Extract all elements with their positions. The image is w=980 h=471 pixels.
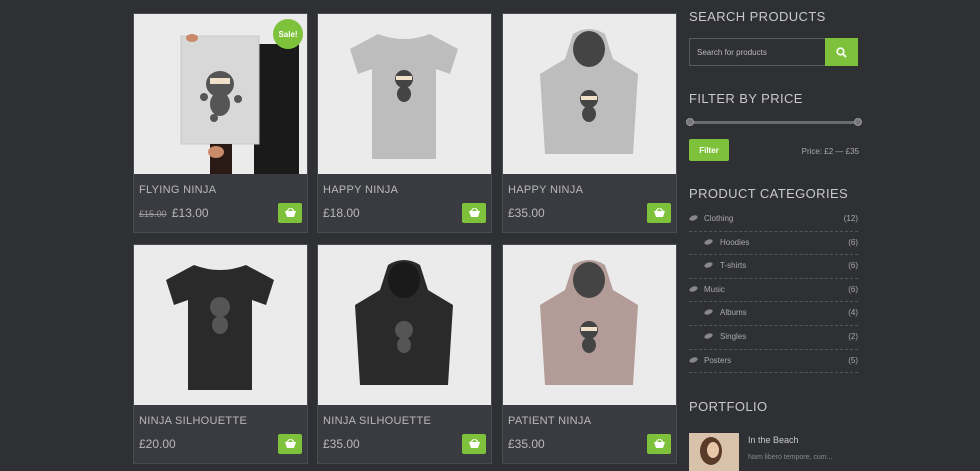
search-title: SEARCH PRODUCTS [689, 9, 826, 24]
current-price: £20.00 [139, 437, 176, 451]
category-name: Posters [704, 355, 732, 365]
category-name: Hoodies [720, 237, 750, 247]
current-price: £13.00 [171, 206, 209, 220]
add-to-cart-button[interactable] [647, 434, 671, 454]
basket-icon [468, 208, 480, 217]
product-card[interactable]: HAPPY NINJA £18.00 [317, 13, 492, 233]
category-name: Music [704, 284, 725, 294]
search-button[interactable] [825, 38, 858, 66]
add-to-cart-button[interactable] [278, 203, 302, 223]
product-price: £18.00 [323, 206, 360, 220]
product-price: £35.00 [323, 437, 360, 451]
slider-track [691, 121, 857, 124]
slider-max-handle[interactable] [854, 118, 862, 126]
product-price: £20.00 [139, 437, 176, 451]
product-title[interactable]: HAPPY NINJA [508, 184, 583, 196]
product-title[interactable]: PATIENT NINJA [508, 415, 591, 427]
product-card[interactable]: PATIENT NINJA £35.00 [502, 244, 677, 464]
product-title[interactable]: NINJA SILHOUETTE [139, 415, 247, 427]
filter-title: FILTER BY PRICE [689, 91, 803, 106]
add-to-cart-button[interactable] [647, 203, 671, 223]
category-item-tshirts[interactable]: T-shirts (6) [689, 255, 858, 279]
product-image[interactable] [318, 14, 491, 174]
category-count: (4) [848, 308, 858, 318]
category-name: Singles [720, 331, 747, 341]
product-price: £35.00 [508, 437, 545, 451]
basket-icon [284, 439, 296, 448]
category-count: (6) [848, 284, 858, 294]
product-card[interactable]: HAPPY NINJA £35.00 [502, 13, 677, 233]
search-form [689, 38, 858, 66]
product-price: £15.00 £13.00 [139, 206, 209, 220]
category-item-posters[interactable]: Posters (5) [689, 350, 858, 374]
product-card[interactable]: Sale! FLYING NINJA £15.00 £13.00 [133, 13, 308, 233]
current-price: £35.00 [508, 206, 545, 220]
category-count: (5) [848, 355, 858, 365]
search-icon [836, 46, 847, 58]
basket-icon [653, 439, 665, 448]
categories-title: PRODUCT CATEGORIES [689, 186, 849, 201]
leaf-icon [689, 286, 698, 292]
portfolio-thumbnail[interactable] [689, 433, 739, 471]
old-price: £15.00 [139, 209, 167, 219]
leaf-icon [704, 262, 713, 268]
product-card[interactable]: NINJA SILHOUETTE £20.00 [133, 244, 308, 464]
price-slider[interactable] [686, 118, 862, 126]
search-input[interactable] [689, 38, 826, 66]
category-name: T-shirts [720, 261, 747, 271]
current-price: £18.00 [323, 206, 360, 220]
basket-icon [468, 439, 480, 448]
product-title[interactable]: FLYING NINJA [139, 184, 216, 196]
filter-button[interactable]: Filter [689, 139, 729, 161]
leaf-icon [704, 238, 713, 245]
category-item-albums[interactable]: Albums (4) [689, 302, 858, 326]
basket-icon [653, 208, 665, 217]
category-item-singles[interactable]: Singles (2) [689, 326, 858, 350]
category-list: Clothing (12) Hoodies (6) T-shirts (6) M… [689, 208, 858, 374]
sale-badge: Sale! [273, 19, 303, 49]
product-image[interactable] [134, 245, 307, 405]
product-image[interactable] [503, 14, 676, 174]
product-image[interactable] [503, 245, 676, 405]
category-name: Clothing [704, 214, 734, 223]
category-count: (6) [848, 237, 858, 247]
category-item-clothing[interactable]: Clothing (12) [689, 208, 858, 232]
portfolio-item-title[interactable]: In the Beach [748, 435, 799, 445]
product-price: £35.00 [508, 206, 545, 220]
portfolio-item-excerpt: Nam libero tempore, cum... [748, 454, 833, 461]
basket-icon [284, 208, 296, 217]
portfolio-title: PORTFOLIO [689, 399, 768, 414]
product-title[interactable]: HAPPY NINJA [323, 184, 398, 196]
add-to-cart-button[interactable] [278, 434, 302, 454]
category-count: (12) [843, 214, 858, 223]
leaf-icon [689, 356, 698, 363]
add-to-cart-button[interactable] [462, 434, 486, 454]
category-count: (6) [848, 261, 858, 271]
current-price: £35.00 [508, 437, 545, 451]
category-name: Albums [720, 308, 747, 318]
category-item-hoodies[interactable]: Hoodies (6) [689, 232, 858, 256]
leaf-icon [704, 309, 713, 316]
product-image[interactable] [318, 245, 491, 405]
current-price: £35.00 [323, 437, 360, 451]
leaf-icon [704, 333, 713, 339]
category-item-music[interactable]: Music (6) [689, 279, 858, 303]
add-to-cart-button[interactable] [462, 203, 486, 223]
price-range-label: Price: £2 — £35 [801, 147, 859, 156]
leaf-icon [689, 215, 698, 221]
slider-min-handle[interactable] [686, 118, 694, 126]
product-card[interactable]: NINJA SILHOUETTE £35.00 [317, 244, 492, 464]
product-title[interactable]: NINJA SILHOUETTE [323, 415, 431, 427]
product-image[interactable]: Sale! [134, 14, 307, 174]
category-count: (2) [848, 331, 858, 341]
